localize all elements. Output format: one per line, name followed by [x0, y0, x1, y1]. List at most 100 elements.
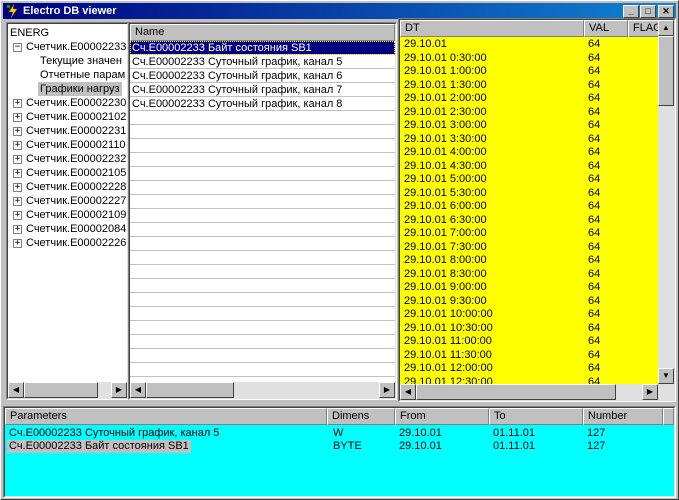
tree-node[interactable]: Счетчик.E00002110	[26, 138, 126, 152]
list-item[interactable]	[130, 251, 395, 265]
list-item[interactable]	[130, 111, 395, 125]
scroll-thumb[interactable]	[146, 382, 234, 398]
expand-toggle-icon[interactable]: +	[13, 169, 22, 178]
table-row[interactable]: 29.10.01 11:30:00 64	[400, 349, 660, 362]
table-row[interactable]: 29.10.01 64	[400, 38, 660, 51]
tree-node[interactable]: Счетчик.E00002109	[26, 208, 126, 222]
values-vscrollbar[interactable]: ▲ ▼	[658, 20, 674, 384]
list-item[interactable]	[130, 223, 395, 237]
list-item[interactable]	[130, 181, 395, 195]
expand-toggle-icon[interactable]: +	[13, 127, 22, 136]
scroll-thumb[interactable]	[658, 36, 674, 106]
table-row[interactable]: 29.10.01 10:30:00 64	[400, 322, 660, 335]
expand-toggle-icon[interactable]: +	[13, 197, 22, 206]
list-item[interactable]	[130, 125, 395, 139]
parameters-panel[interactable]: Parameters Dimens From To Number Сч.E000…	[3, 406, 676, 498]
flag-column-header[interactable]: FLAG	[628, 20, 660, 37]
expand-toggle-icon[interactable]: +	[13, 211, 22, 220]
list-item[interactable]	[130, 335, 395, 349]
tree-child-node[interactable]: Текущие значен	[40, 54, 122, 68]
expand-toggle-icon[interactable]: +	[13, 225, 22, 234]
list-item[interactable]	[130, 321, 395, 335]
from-column-header[interactable]: From	[395, 408, 489, 425]
title-bar[interactable]: Electro DB viewer _ □ ✕	[3, 3, 676, 19]
list-item[interactable]	[130, 167, 395, 181]
table-row[interactable]: 29.10.01 9:30:00 64	[400, 295, 660, 308]
number-column-header[interactable]: Number	[583, 408, 663, 425]
scroll-thumb[interactable]	[416, 384, 616, 400]
list-item[interactable]	[130, 293, 395, 307]
parameters-column-header[interactable]: Parameters	[5, 408, 327, 425]
table-row[interactable]: Сч.E00002233 Байт состояния SB1 BYTE 29.10…	[5, 440, 674, 453]
scroll-up-button[interactable]: ▲	[658, 20, 674, 36]
tree-hscrollbar[interactable]: ◀ ▶	[8, 382, 127, 398]
table-row[interactable]: 29.10.01 2:30:00 64	[400, 106, 660, 119]
tree-panel[interactable]: ENERG − Счетчик.E00002233 Текущие значен Отч…	[6, 22, 129, 400]
scroll-left-button[interactable]: ◀	[400, 384, 416, 400]
list-item[interactable]: Сч.E00002233 Суточный график, канал 7	[130, 83, 395, 97]
scroll-right-button[interactable]: ▶	[379, 382, 395, 398]
tree-node[interactable]: Счетчик.E00002105	[26, 166, 126, 180]
list-item[interactable]	[130, 153, 395, 167]
list-item[interactable]	[130, 237, 395, 251]
tree-node[interactable]: Счетчик.E00002232	[26, 152, 126, 166]
table-row[interactable]: 29.10.01 1:30:00 64	[400, 79, 660, 92]
maximize-button[interactable]: □	[640, 5, 656, 18]
table-row[interactable]: 29.10.01 2:00:00 64	[400, 92, 660, 105]
table-row[interactable]: 29.10.01 10:00:00 64	[400, 308, 660, 321]
scroll-right-button[interactable]: ▶	[642, 384, 658, 400]
table-row[interactable]: 29.10.01 12:30:00 64	[400, 376, 660, 385]
list-item[interactable]: Сч.E00002233 Суточный график, канал 5	[130, 55, 395, 69]
table-row[interactable]: 29.10.01 12:00:00 64	[400, 362, 660, 375]
collapse-toggle-icon[interactable]: −	[13, 43, 22, 52]
name-column-header[interactable]: Name	[130, 24, 395, 41]
list-item[interactable]: Сч.E00002233 Суточный график, канал 8	[130, 97, 395, 111]
list-item[interactable]	[130, 363, 395, 377]
scroll-down-button[interactable]: ▼	[658, 368, 674, 384]
dt-column-header[interactable]: DT	[400, 20, 584, 37]
list-item[interactable]: Сч.E00002233 Байт состояния SB1	[130, 41, 395, 55]
table-row[interactable]: 29.10.01 6:00:00 64	[400, 200, 660, 213]
list-item[interactable]	[130, 209, 395, 223]
expand-toggle-icon[interactable]: +	[13, 155, 22, 164]
tree-node[interactable]: Счетчик.E00002102	[26, 110, 126, 124]
list-item[interactable]	[130, 195, 395, 209]
list-item[interactable]: Сч.E00002233 Суточный график, канал 6	[130, 69, 395, 83]
table-row[interactable]: 29.10.01 9:00:00 64	[400, 281, 660, 294]
tree-root[interactable]: ENERG	[10, 26, 49, 40]
table-row[interactable]: 29.10.01 8:30:00 64	[400, 268, 660, 281]
values-grid-panel[interactable]: DT VAL FLAG 29.10.01 64 29.10.01 0:30:00 64…	[398, 18, 676, 402]
table-row[interactable]: 29.10.01 11:00:00 64	[400, 335, 660, 348]
to-column-header[interactable]: To	[489, 408, 583, 425]
table-row[interactable]: 29.10.01 7:00:00 64	[400, 227, 660, 240]
table-row[interactable]: 29.10.01 8:00:00 64	[400, 254, 660, 267]
expand-toggle-icon[interactable]: +	[13, 99, 22, 108]
tree-node[interactable]: Счетчик.E00002227	[26, 194, 126, 208]
expand-toggle-icon[interactable]: +	[13, 239, 22, 248]
list-hscrollbar[interactable]: ◀ ▶	[130, 382, 395, 398]
tree-node[interactable]: Счетчик.E00002230	[26, 96, 126, 110]
table-row[interactable]: 29.10.01 3:30:00 64	[400, 133, 660, 146]
close-button[interactable]: ✕	[658, 5, 674, 18]
values-hscrollbar[interactable]: ◀ ▶	[400, 384, 674, 400]
tree-node[interactable]: Счетчик.E00002228	[26, 180, 126, 194]
tree-node[interactable]: Счетчик.E00002226	[26, 236, 126, 250]
table-row[interactable]: 29.10.01 1:00:00 64	[400, 65, 660, 78]
table-row[interactable]: 29.10.01 5:30:00 64	[400, 187, 660, 200]
tree-node[interactable]: Счетчик.E00002084	[26, 222, 126, 236]
table-row[interactable]: 29.10.01 5:00:00 64	[400, 173, 660, 186]
tree-node[interactable]: Счетчик.E00002231	[26, 124, 126, 138]
expand-toggle-icon[interactable]: +	[13, 141, 22, 150]
list-item[interactable]	[130, 279, 395, 293]
tree-child-node[interactable]: Отчетные парам	[40, 68, 125, 82]
table-row[interactable]: 29.10.01 4:00:00 64	[400, 146, 660, 159]
scroll-right-button[interactable]: ▶	[111, 382, 127, 398]
tree-node-expanded[interactable]: Счетчик.E00002233	[26, 40, 126, 54]
table-row[interactable]: Сч.E00002233 Суточный график, канал 5 W 29…	[5, 427, 674, 440]
dimens-column-header[interactable]: Dimens	[327, 408, 395, 425]
expand-toggle-icon[interactable]: +	[13, 183, 22, 192]
table-row[interactable]: 29.10.01 4:30:00 64	[400, 160, 660, 173]
name-list-panel[interactable]: Name Сч.E00002233 Байт состояния SB1 Сч.E…	[128, 22, 397, 400]
expand-toggle-icon[interactable]: +	[13, 113, 22, 122]
list-item[interactable]	[130, 307, 395, 321]
